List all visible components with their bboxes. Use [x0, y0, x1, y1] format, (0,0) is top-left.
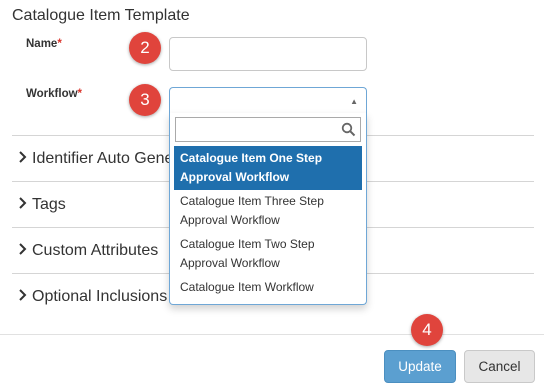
name-label-text: Name: [26, 38, 58, 50]
workflow-option[interactable]: Catalogue Item Workflow: [174, 275, 362, 300]
step-badge-name: 2: [129, 32, 161, 64]
dropdown-search[interactable]: [175, 117, 361, 142]
section-label: Optional Inclusions: [32, 288, 168, 305]
footer-divider: [0, 334, 544, 335]
workflow-label: Workflow*: [26, 88, 82, 100]
workflow-label-text: Workflow: [26, 88, 78, 100]
form-title: Catalogue Item Template: [12, 7, 190, 24]
name-label: Name*: [26, 38, 62, 50]
chevron-right-icon: [19, 243, 27, 255]
chevron-right-icon: [19, 289, 27, 301]
workflow-select[interactable]: ▲: [169, 87, 367, 114]
search-icon: [341, 122, 356, 137]
update-button[interactable]: Update: [384, 350, 456, 383]
chevron-right-icon: [19, 151, 27, 163]
workflow-option[interactable]: Catalogue Item Two Step Approval Workflo…: [174, 232, 362, 276]
required-mark: *: [57, 38, 62, 50]
name-input[interactable]: [169, 37, 367, 71]
section-label: Custom Attributes: [32, 242, 159, 259]
workflow-option[interactable]: Catalogue Item Three Step Approval Workf…: [174, 189, 362, 233]
cancel-button[interactable]: Cancel: [464, 350, 535, 383]
caret-up-icon: ▲: [350, 97, 358, 106]
workflow-dropdown: Catalogue Item One Step Approval Workflo…: [169, 113, 367, 305]
step-badge-workflow: 3: [129, 84, 161, 116]
chevron-right-icon: [19, 197, 27, 209]
workflow-option[interactable]: Catalogue Item One Step Approval Workflo…: [174, 146, 362, 190]
step-badge-update: 4: [411, 314, 443, 346]
section-label: Tags: [32, 196, 66, 213]
required-mark: *: [77, 88, 83, 100]
